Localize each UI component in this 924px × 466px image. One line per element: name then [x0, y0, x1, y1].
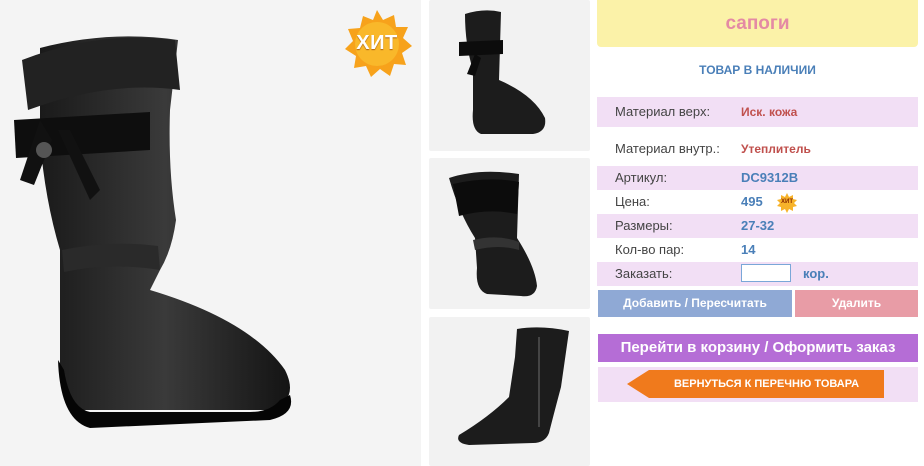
order-label: Заказать: — [615, 266, 673, 281]
thumbnail-3[interactable] — [429, 317, 590, 466]
detail-label: Материал верх: — [615, 104, 711, 119]
boot-thumbnail-front — [459, 10, 546, 134]
detail-label: Материал внутр.: — [615, 141, 720, 156]
back-to-list-button[interactable]: ВЕРНУТЬСЯ К ПЕРЕЧНЮ ТОВАРА — [627, 370, 884, 398]
detail-row-upper-material: Материал верх: Иск. кожа — [597, 97, 918, 127]
detail-value: Иск. кожа — [741, 105, 798, 119]
detail-row-article: Артикул: DC9312B — [597, 166, 918, 190]
stock-status: ТОВАР В НАЛИЧИИ — [699, 63, 816, 77]
order-unit: кор. — [803, 266, 829, 281]
boot-thumbnail-back — [458, 327, 569, 445]
detail-label: Кол-во пар: — [615, 242, 685, 257]
detail-value: 27-32 — [741, 218, 775, 233]
detail-row-sizes: Размеры: 27-32 — [597, 214, 918, 238]
detail-label: Цена: — [615, 194, 650, 209]
back-to-list-label: ВЕРНУТЬСЯ К ПЕРЕЧНЮ ТОВАРА — [673, 378, 860, 390]
detail-value: DC9312B — [741, 170, 799, 185]
detail-value: 14 — [741, 242, 756, 257]
detail-row-pairs: Кол-во пар: 14 — [597, 238, 918, 262]
mini-hit-badge: ХИТ — [777, 193, 797, 213]
detail-row-price: Цена: 495 — [597, 190, 918, 214]
add-recalculate-button[interactable]: Добавить / Пересчитать — [598, 290, 792, 317]
price-value: 495 — [741, 194, 763, 209]
detail-row-inner-material: Материал внутр.: Утеплитель — [597, 135, 918, 163]
thumbnail-2[interactable] — [429, 158, 590, 309]
detail-value: Утеплитель — [741, 142, 811, 156]
mini-hit-label: ХИТ — [781, 199, 793, 205]
delete-button[interactable]: Удалить — [795, 290, 918, 317]
go-to-cart-button[interactable]: Перейти в корзину / Оформить заказ — [598, 334, 918, 362]
detail-label: Размеры: — [615, 218, 673, 233]
detail-label: Артикул: — [615, 170, 668, 185]
boot-thumbnail-side — [449, 171, 537, 297]
hit-badge: ХИТ — [341, 8, 413, 80]
product-title: сапоги — [597, 0, 918, 47]
quantity-input[interactable] — [741, 264, 791, 282]
thumbnail-1[interactable] — [429, 0, 590, 151]
hit-badge-label: ХИТ — [356, 32, 398, 54]
